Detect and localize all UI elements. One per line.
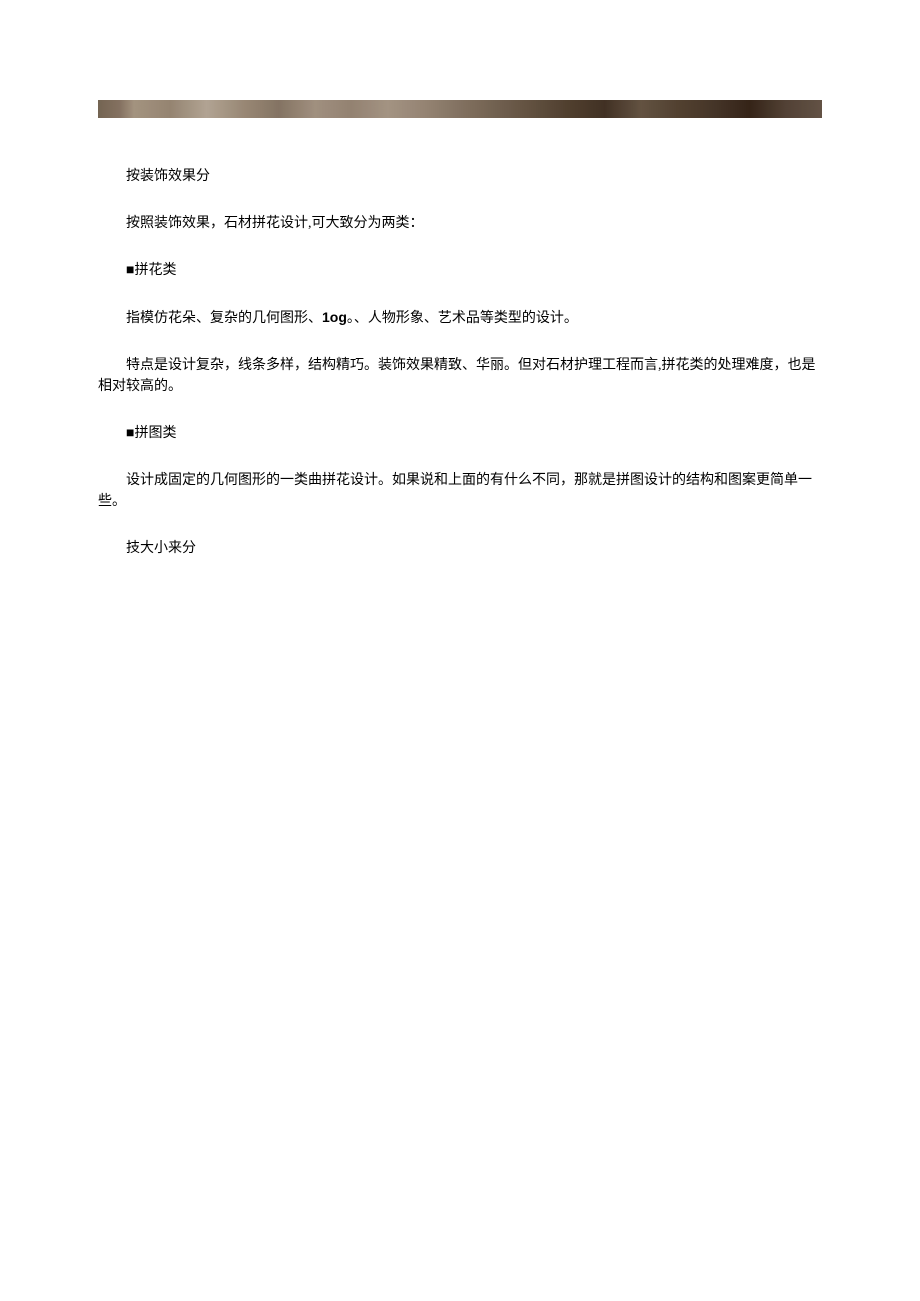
pinhua-description: 指模仿花朵、复杂的几何图形、1og。、人物形象、艺术品等类型的设计。 <box>98 307 822 329</box>
intro-paragraph: 按照装饰效果，石材拼花设计,可大致分为两类： <box>98 213 822 234</box>
text-run: 特点是设计复杂，线条多样，结构精巧。装饰效果精致、华丽。但对石材护理工程而言,拼… <box>98 355 822 397</box>
document-page: 按装饰效果分 按照装饰效果，石材拼花设计,可大致分为两类： ■拼花类 指模仿花朵… <box>0 0 920 645</box>
section-heading-decoration-effect: 按装饰效果分 <box>98 166 822 187</box>
category-title-pintu: ■拼图类 <box>98 423 822 444</box>
section-heading-by-size: 技大小来分 <box>98 538 822 559</box>
pinhua-feature: 特点是设计复杂，线条多样，结构精巧。装饰效果精致、华丽。但对石材护理工程而言,拼… <box>98 355 822 397</box>
text-run: 指模仿花朵、复杂的几何图形、 <box>126 311 322 326</box>
text-run-latin: 1og <box>322 309 347 325</box>
decorative-banner-image <box>98 100 822 118</box>
text-run: 。、人物形象、艺术品等类型的设计。 <box>347 311 578 326</box>
text-run: 设计成固定的几何图形的一类曲拼花设计。如果说和上面的有什么不同，那就是拼图设计的… <box>98 470 822 512</box>
category-title-pinhua: ■拼花类 <box>98 260 822 281</box>
pintu-description: 设计成固定的几何图形的一类曲拼花设计。如果说和上面的有什么不同，那就是拼图设计的… <box>98 470 822 512</box>
